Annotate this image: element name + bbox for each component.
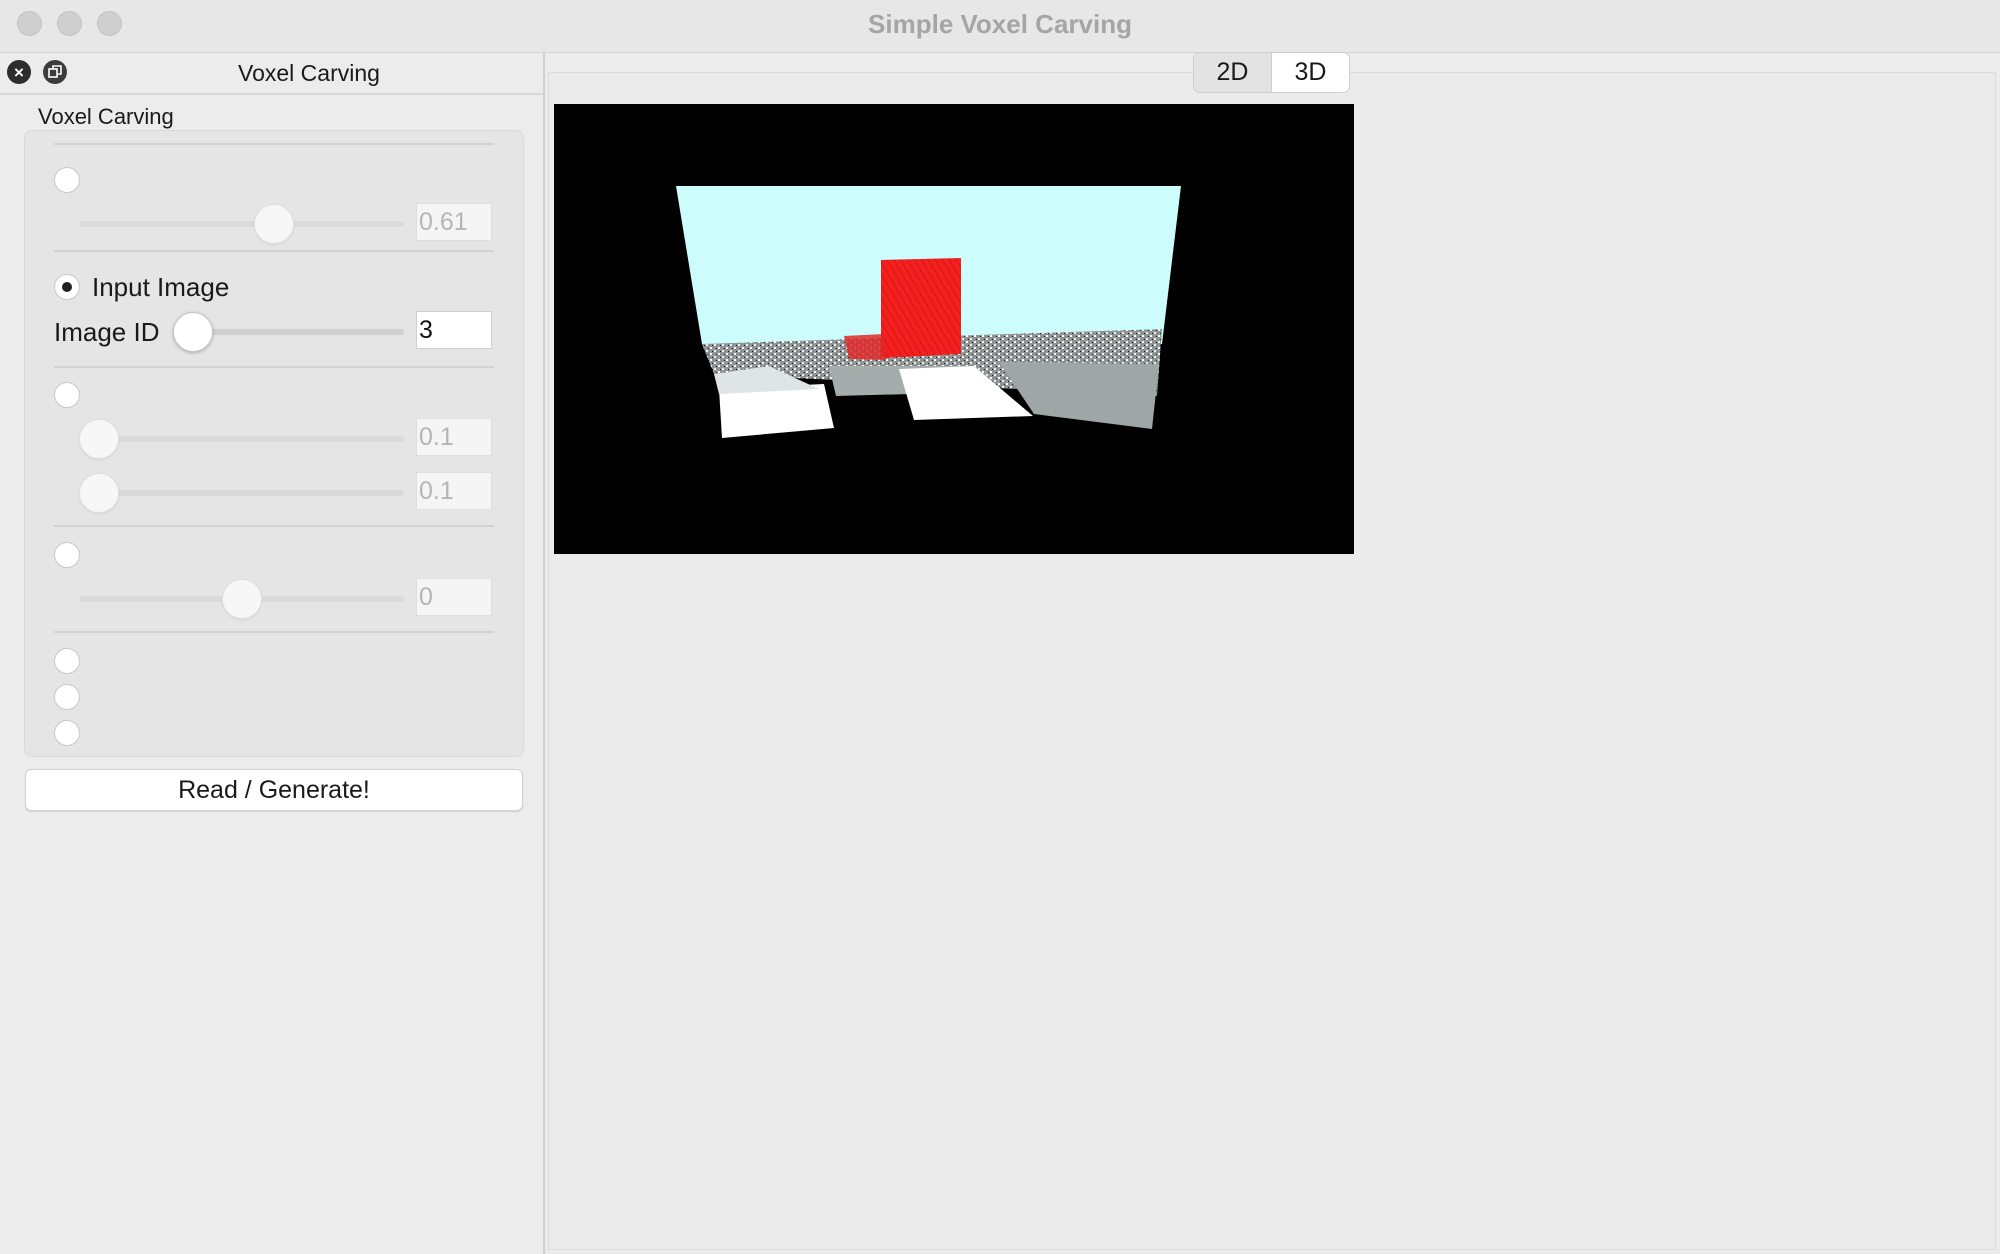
- mode-radio-7[interactable]: [54, 720, 80, 746]
- separator: [54, 250, 494, 252]
- separator: [54, 631, 494, 633]
- tab-2d[interactable]: 2D: [1194, 53, 1272, 92]
- dock-title: Voxel Carving: [238, 60, 380, 86]
- slider-track[interactable]: [79, 436, 404, 442]
- mode-radio-3[interactable]: [54, 382, 80, 408]
- mode-radio-5[interactable]: [54, 648, 80, 674]
- input-image-radio[interactable]: [54, 274, 80, 300]
- render-viewport[interactable]: [554, 104, 1354, 554]
- rendered-scene: [676, 186, 1181, 438]
- slider-handle[interactable]: [79, 419, 119, 459]
- input-image-label: Input Image: [92, 272, 230, 302]
- window-title-bar: Simple Voxel Carving: [0, 0, 2000, 53]
- options-group: Input Image Image ID: [24, 130, 524, 757]
- scene-ground-grey: [999, 362, 1159, 429]
- slider-handle[interactable]: [254, 204, 294, 244]
- tab-3d[interactable]: 3D: [1272, 53, 1349, 92]
- image-id-field[interactable]: [416, 311, 492, 349]
- scene-red-spill: [844, 334, 886, 360]
- value-field-3a[interactable]: [416, 418, 492, 456]
- scene-red-cube: [881, 258, 961, 358]
- image-id-label: Image ID: [54, 317, 160, 347]
- value-field-4[interactable]: [416, 578, 492, 616]
- slider-track[interactable]: [79, 490, 404, 496]
- group-title: Voxel Carving: [38, 104, 174, 129]
- window-title: Simple Voxel Carving: [868, 9, 1132, 39]
- image-id-slider-handle[interactable]: [173, 312, 213, 352]
- separator: [54, 366, 494, 368]
- slider-handle[interactable]: [79, 473, 119, 513]
- slider-track[interactable]: [79, 221, 404, 227]
- mode-radio-6[interactable]: [54, 684, 80, 710]
- voxel-carving-dock: × Voxel Carving Voxel Carving Input Imag…: [0, 53, 545, 1254]
- separator: [54, 143, 494, 145]
- mode-radio-1[interactable]: [54, 167, 80, 193]
- slider-handle[interactable]: [222, 579, 262, 619]
- dock-header: × Voxel Carving: [0, 53, 543, 95]
- mode-radio-4[interactable]: [54, 542, 80, 568]
- read-generate-button[interactable]: Read / Generate!: [25, 769, 523, 811]
- value-field-1[interactable]: [416, 203, 492, 241]
- value-field-3b[interactable]: [416, 472, 492, 510]
- separator: [54, 525, 494, 527]
- view-tabs: 2D 3D: [1193, 52, 1350, 93]
